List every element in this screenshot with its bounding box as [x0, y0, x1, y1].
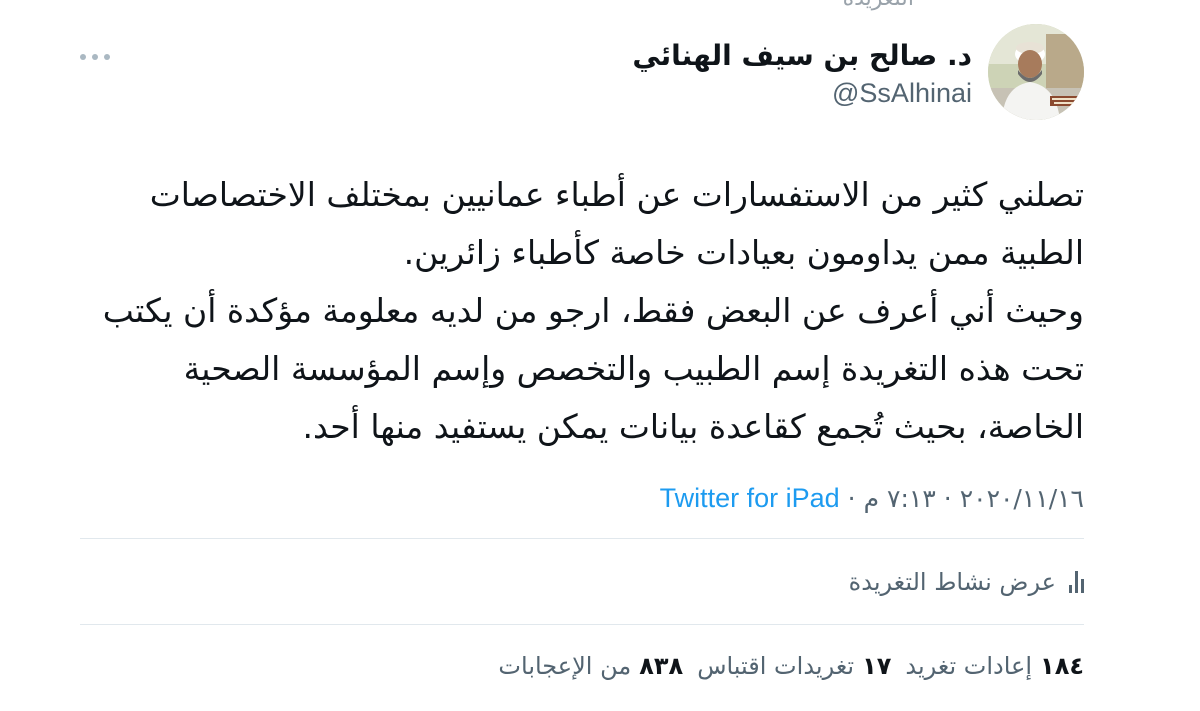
avatar[interactable]: [988, 24, 1084, 120]
meta-separator: ·: [847, 483, 856, 513]
tweet-meta: ٢٠٢٠/١١/١٦ · ٧:١٣ م · Twitter for iPad: [660, 478, 1084, 518]
tweet-text-line: تصلني كثير من الاستفسارات عن أطباء عماني…: [149, 175, 1084, 214]
likes-count: ٨٣٨: [639, 652, 684, 680]
cutoff-header-text: التغريدة: [843, 0, 914, 11]
avatar-photo: [988, 24, 1084, 120]
tweet-source-link[interactable]: Twitter for iPad: [660, 483, 840, 514]
tweet-date[interactable]: ٢٠٢٠/١١/١٦: [960, 484, 1084, 513]
analytics-icon: [1068, 571, 1084, 593]
tweet-text-line: الخاصة، بحيث تُجمع كقاعدة بيانات يمكن يس…: [302, 407, 1084, 446]
meta-separator: ·: [943, 483, 952, 513]
more-options-button[interactable]: [80, 46, 110, 68]
more-dot-icon: [80, 54, 86, 60]
retweets-count: ١٨٤: [1040, 652, 1084, 680]
divider: [80, 538, 1084, 539]
quotes-stat[interactable]: ١٧ تغريدات اقتباس: [697, 652, 891, 680]
likes-label: من الإعجابات: [498, 652, 632, 680]
quotes-count: ١٧: [862, 652, 892, 680]
quotes-label: تغريدات اقتباس: [697, 652, 855, 680]
tweet-text: تصلني كثير من الاستفسارات عن أطباء عماني…: [80, 166, 1084, 456]
tweet-stats: ١٨٤ إعادات تغريد ١٧ تغريدات اقتباس ٨٣٨ م…: [484, 646, 1084, 686]
tweet-time[interactable]: ٧:١٣ م: [864, 484, 936, 513]
likes-stat[interactable]: ٨٣٨ من الإعجابات: [498, 652, 683, 680]
retweets-label: إعادات تغريد: [905, 652, 1033, 680]
tweet-detail: التغريدة د. صالح بن سيف الهنائي @SsAlhin…: [80, 0, 1084, 711]
divider: [80, 624, 1084, 625]
author-display-name[interactable]: د. صالح بن سيف الهنائي: [632, 38, 972, 74]
more-dot-icon: [104, 54, 110, 60]
view-tweet-activity-button[interactable]: عرض نشاط التغريدة: [849, 562, 1084, 602]
retweets-stat[interactable]: ١٨٤ إعادات تغريد: [905, 652, 1084, 680]
tweet-text-line: وحيث أني أعرف عن البعض فقط، ارجو من لديه…: [102, 291, 1084, 330]
author-handle[interactable]: @SsAlhinai: [632, 76, 972, 110]
tweet-text-line: تحت هذه التغريدة إسم الطبيب والتخصص وإسم…: [183, 349, 1084, 388]
tweet-text-line: الطبية ممن يداومون بعيادات خاصة كأطباء ز…: [403, 233, 1084, 272]
author-info: د. صالح بن سيف الهنائي @SsAlhinai: [632, 38, 972, 110]
more-dot-icon: [92, 54, 98, 60]
view-tweet-activity-label: عرض نشاط التغريدة: [848, 568, 1056, 596]
